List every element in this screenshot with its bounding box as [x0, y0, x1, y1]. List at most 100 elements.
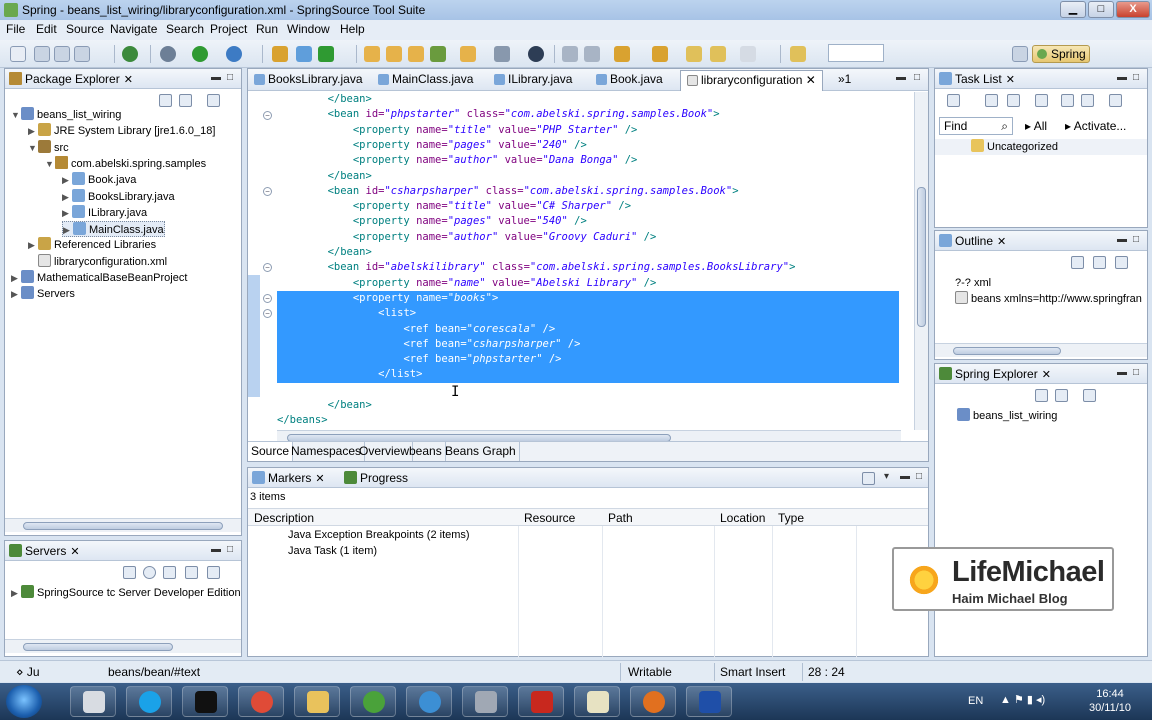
close-icon[interactable]: ✕ [315, 473, 324, 485]
tab-beans[interactable]: beans [406, 442, 446, 461]
code-line[interactable]: </list> [277, 367, 422, 382]
new-class-icon[interactable] [318, 46, 334, 62]
menu-edit[interactable]: Edit [36, 22, 57, 36]
maximize-icon[interactable]: □ [1133, 72, 1139, 83]
column-description[interactable]: Description [254, 511, 314, 525]
taskbar-explorer[interactable] [294, 686, 340, 717]
code-line[interactable]: <property name="pages" value="540" /> [277, 214, 587, 229]
taskbar-chrome[interactable] [238, 686, 284, 717]
save-all-icon[interactable] [54, 46, 70, 62]
scheduled-icon[interactable] [1007, 94, 1020, 107]
menu-search[interactable]: Search [166, 22, 204, 36]
scroll-thumb[interactable] [23, 643, 173, 651]
open-task-icon[interactable] [386, 46, 402, 62]
expander-icon[interactable]: ▶ [28, 237, 38, 253]
spring-icon[interactable] [122, 46, 138, 62]
collapse-all-icon[interactable] [1093, 256, 1106, 269]
code-area[interactable]: </bean> <bean id="phpstarter" class="com… [277, 92, 899, 432]
menu-project[interactable]: Project [210, 22, 247, 36]
code-line[interactable]: </bean> [277, 245, 372, 260]
code-line[interactable]: </property> [277, 383, 423, 398]
run-icon[interactable] [192, 46, 208, 62]
minimize-button[interactable]: ▁ [1060, 1, 1086, 18]
refresh-icon[interactable] [494, 46, 510, 62]
profile-server-icon[interactable] [163, 566, 176, 579]
table-row[interactable]: Java Task (1 item) [288, 545, 377, 557]
close-icon[interactable]: ✕ [997, 236, 1006, 248]
menu-window[interactable]: Window [287, 22, 330, 36]
editor-vscroll[interactable] [914, 92, 928, 430]
maximize-button[interactable]: □ [1088, 1, 1114, 18]
code-line[interactable]: <bean id="csharpsharper" class="com.abel… [277, 184, 739, 199]
taskbar-ie[interactable] [406, 686, 452, 717]
back-arrow-icon[interactable] [710, 46, 726, 62]
task-category-row[interactable]: Uncategorized [935, 139, 1147, 155]
expander-icon[interactable]: ▶ [62, 189, 72, 205]
search-icon[interactable]: ⌕ [1001, 119, 1008, 134]
taskbar-notepad[interactable] [574, 686, 620, 717]
code-line[interactable]: <property name="pages" value="240" /> [277, 138, 587, 153]
print-icon[interactable] [74, 46, 90, 62]
tab-spring-explorer[interactable]: Spring Explorer ✕ [939, 367, 1051, 381]
taskbar-show-desktop[interactable] [70, 686, 116, 717]
minimize-icon[interactable]: ▬ [1117, 367, 1127, 378]
format-icon[interactable] [562, 46, 578, 62]
maximize-icon[interactable]: □ [227, 72, 233, 83]
tab-overflow[interactable]: »1 [838, 72, 851, 86]
focus-icon[interactable] [1035, 94, 1048, 107]
server-item[interactable]: ▶ SpringSource tc Server Developer Editio… [11, 585, 241, 601]
tab-outline[interactable]: Outline ✕ [939, 234, 1006, 248]
start-server-icon[interactable] [143, 566, 156, 579]
link-editor-icon[interactable] [1115, 256, 1128, 269]
tree-item[interactable]: ▼ com.abelski.spring.samples [45, 155, 206, 172]
tray-icons[interactable]: ▲ ⚑ ▮ ◂) [1000, 693, 1045, 706]
close-icon[interactable]: ✕ [70, 546, 79, 558]
code-line[interactable]: <property name="title" value="PHP Starte… [277, 123, 638, 138]
expander-icon[interactable]: ▶ [28, 123, 38, 139]
column-resource[interactable]: Resource [524, 511, 575, 525]
collapse-all-icon[interactable] [159, 94, 172, 107]
expander-icon[interactable]: ▼ [28, 140, 38, 156]
synchronize-icon[interactable] [1109, 94, 1122, 107]
link-editor-icon[interactable] [1055, 389, 1068, 402]
collapse-all-icon[interactable] [1035, 389, 1048, 402]
maximize-icon[interactable]: □ [914, 72, 920, 83]
pin-icon[interactable] [790, 46, 806, 62]
tab-namespaces[interactable]: Namespaces [288, 442, 366, 461]
tab-task-list[interactable]: Task List ✕ [939, 72, 1015, 86]
link-editor-icon[interactable] [179, 94, 192, 107]
spring-perspective-button[interactable]: Spring [1032, 45, 1090, 63]
fold-icon[interactable]: − [263, 263, 272, 272]
new-task-icon[interactable] [947, 94, 960, 107]
new-package-icon[interactable] [296, 46, 312, 62]
tab-libraryconfiguration[interactable]: libraryconfiguration ✕ [680, 70, 823, 91]
taskbar-acrobat[interactable] [518, 686, 564, 717]
tree-item[interactable]: ▶ MainClass.java [62, 221, 165, 238]
fold-icon[interactable]: − [263, 187, 272, 196]
taskbar-app[interactable] [462, 686, 508, 717]
sort-icon[interactable] [1071, 256, 1084, 269]
save-icon[interactable] [34, 46, 50, 62]
close-icon[interactable]: ✕ [124, 74, 133, 86]
code-line[interactable]: <property name="author" value="Dana Bong… [277, 153, 638, 168]
outline-hscroll[interactable] [935, 343, 1147, 357]
external-tools-icon[interactable] [226, 46, 242, 62]
tab-progress[interactable]: Progress [344, 471, 408, 485]
tab-overview[interactable]: Overview [356, 442, 414, 461]
fold-icon[interactable]: − [263, 294, 272, 303]
tree-item[interactable]: ▶ Book.java [62, 172, 136, 188]
hide-completed-icon[interactable] [1061, 94, 1074, 107]
tab-markers[interactable]: Markers ✕ [252, 471, 325, 485]
minimize-icon[interactable]: ▬ [1117, 234, 1127, 245]
menu-run[interactable]: Run [256, 22, 278, 36]
servers-tab[interactable]: Servers ✕ [9, 544, 80, 558]
debug-icon[interactable] [160, 46, 176, 62]
maximize-icon[interactable]: □ [1133, 234, 1139, 245]
filter-icon[interactable] [862, 472, 875, 485]
filter-icon[interactable] [1083, 389, 1096, 402]
code-line[interactable]: </bean> [277, 398, 372, 413]
toolbar-combo[interactable] [828, 44, 884, 62]
package-explorer-tab[interactable]: Package Explorer ✕ [9, 72, 133, 86]
forward-arrow-icon[interactable] [740, 46, 756, 62]
minimize-icon[interactable]: ▬ [211, 72, 221, 83]
